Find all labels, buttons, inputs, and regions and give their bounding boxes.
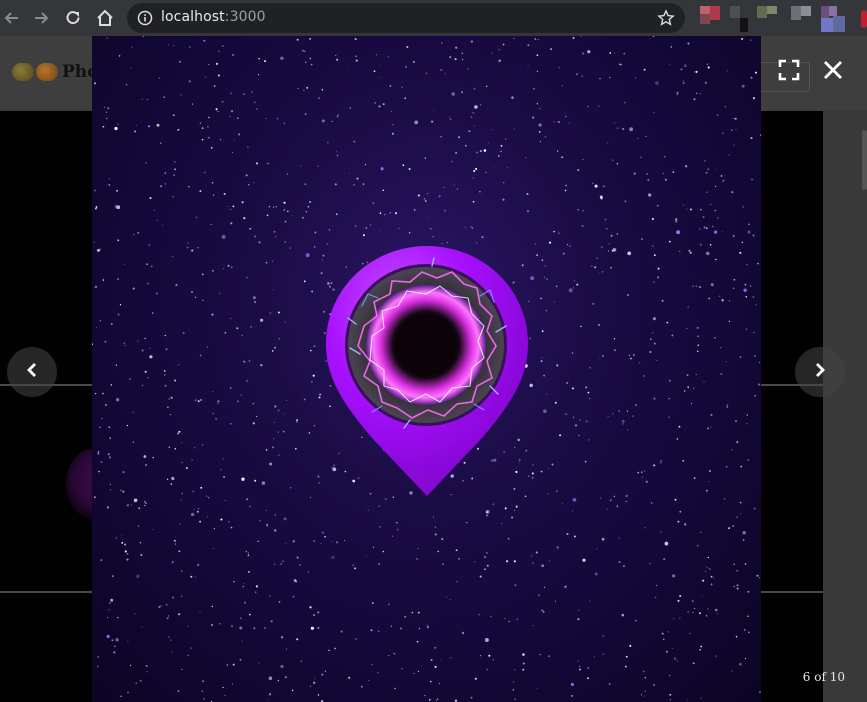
- forward-arrow-icon[interactable]: [29, 6, 53, 30]
- next-button[interactable]: [795, 347, 845, 397]
- image-counter: 6 of 10: [802, 670, 845, 684]
- url-port: :3000: [224, 9, 266, 25]
- divider: [761, 591, 823, 593]
- scrollbar-thumb[interactable]: [862, 130, 867, 190]
- extension-icons[interactable]: [697, 6, 867, 32]
- address-bar[interactable]: localhost:3000: [127, 3, 685, 33]
- home-icon[interactable]: [93, 6, 117, 30]
- sweet-potato-icon: [36, 63, 58, 81]
- potato-icon: [12, 63, 34, 81]
- info-icon[interactable]: [137, 10, 153, 30]
- close-icon[interactable]: [816, 53, 850, 87]
- divider: [0, 591, 92, 593]
- star-icon[interactable]: [657, 9, 675, 31]
- browser-toolbar: localhost:3000: [0, 0, 867, 36]
- lightbox-image: [92, 36, 761, 702]
- fullscreen-icon[interactable]: [774, 55, 804, 85]
- chevron-right-icon: [811, 361, 829, 383]
- url-text[interactable]: localhost:3000: [161, 9, 266, 25]
- site-logo[interactable]: Pho: [12, 62, 98, 82]
- location-pin-graphic: [326, 246, 528, 496]
- reload-icon[interactable]: [61, 6, 85, 30]
- previous-button[interactable]: [7, 347, 57, 397]
- chevron-left-icon: [23, 361, 41, 383]
- url-host: localhost: [161, 9, 225, 25]
- back-arrow-icon[interactable]: [0, 6, 24, 30]
